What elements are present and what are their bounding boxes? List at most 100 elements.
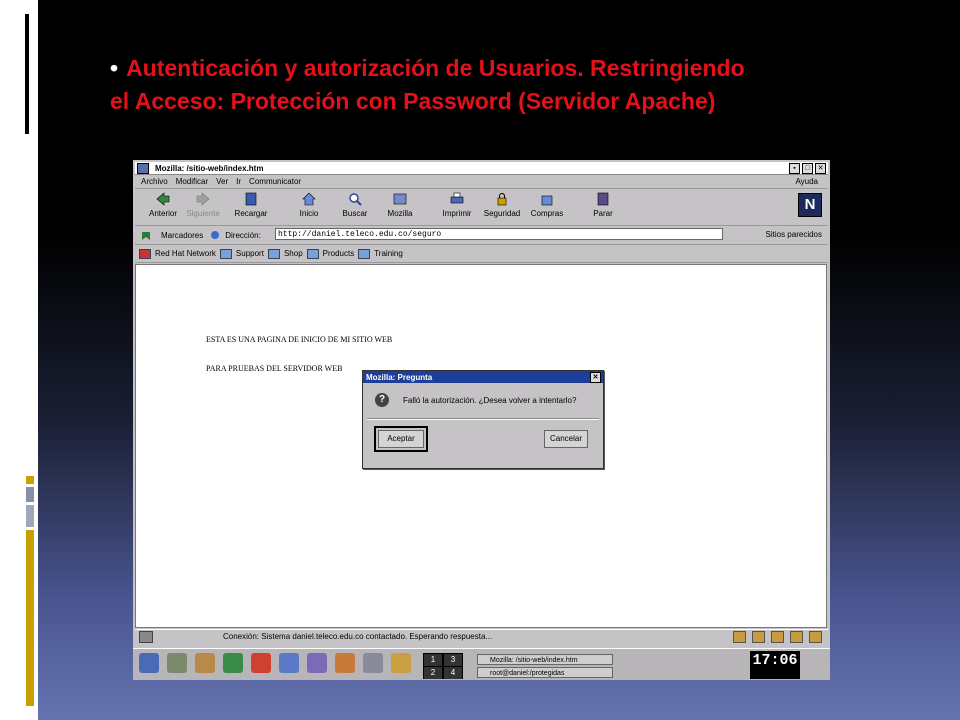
window-menu-icon[interactable] xyxy=(137,162,149,174)
kde-menu-icon[interactable] xyxy=(139,653,159,673)
search-button[interactable]: Buscar xyxy=(333,191,377,218)
component-address-icon[interactable] xyxy=(790,631,803,643)
page-line-1: ESTA ES UNA PAGINA DE INICIO DE MI SITIO… xyxy=(206,335,393,344)
support-link-icon xyxy=(219,248,232,259)
deco-bar-yellow-1 xyxy=(26,476,34,484)
component-news-icon[interactable] xyxy=(771,631,784,643)
home-button[interactable]: Inicio xyxy=(287,191,331,218)
mozilla-button[interactable]: Mozilla xyxy=(378,191,422,218)
shopping-bag-icon xyxy=(541,195,553,206)
desktop-2[interactable]: 2 xyxy=(424,667,442,679)
desktop-4[interactable]: 4 xyxy=(444,667,462,679)
dialog-close-icon[interactable]: ✕ xyxy=(590,372,601,383)
redhat-link-icon xyxy=(139,248,151,259)
title-line-1: Autenticación y autorización de Usuarios… xyxy=(126,55,745,81)
netscape-logo[interactable]: N xyxy=(798,193,822,217)
component-composer-icon[interactable] xyxy=(809,631,822,643)
dialog-separator xyxy=(367,418,599,420)
link-products[interactable]: Products xyxy=(323,249,355,258)
products-link-icon xyxy=(306,248,319,259)
status-bar: Conexión: Sistema daniel.teleco.edu.co c… xyxy=(135,629,828,644)
forward-arrow-icon xyxy=(196,192,210,206)
maximize-icon[interactable]: □ xyxy=(802,163,813,174)
location-toolbar: Marcadores Dirección: http://daniel.tele… xyxy=(135,226,828,245)
launcher-5-icon[interactable] xyxy=(279,653,299,673)
cancel-button[interactable]: Cancelar xyxy=(544,430,588,448)
page-line-2: PARA PRUEBAS DEL SERVIDOR WEB xyxy=(206,364,343,373)
component-mail-icon[interactable] xyxy=(752,631,765,643)
reload-icon xyxy=(245,192,257,206)
menu-archivo[interactable]: Archivo xyxy=(141,177,168,186)
component-navigator-icon[interactable] xyxy=(733,631,746,643)
taskbar: 1 3 2 4 Mozilla: /sitio-web/index.htm ro… xyxy=(133,648,830,680)
task-mozilla[interactable]: Mozilla: /sitio-web/index.htm xyxy=(477,654,613,665)
dialog-message: Falló la autorización. ¿Desea volver a i… xyxy=(403,396,577,405)
menu-modificar[interactable]: Modificar xyxy=(176,177,208,186)
desktop-3[interactable]: 3 xyxy=(444,654,462,666)
stop-icon xyxy=(597,192,609,206)
printer-icon xyxy=(450,192,464,204)
related-sites-button[interactable]: Sitios parecidos xyxy=(766,230,822,239)
browser-screenshot: Mozilla: /sitio-web/index.htm ▪ □ ✕ Arch… xyxy=(133,160,830,680)
deco-bar-yellow-2 xyxy=(26,530,34,706)
bookmarks-button[interactable]: Marcadores xyxy=(161,231,203,240)
menu-ayuda[interactable]: Ayuda xyxy=(795,177,818,186)
back-arrow-icon xyxy=(156,192,170,206)
launcher-2-icon[interactable] xyxy=(195,653,215,673)
forward-button[interactable]: Siguiente xyxy=(181,191,225,218)
desktop-pager[interactable]: 1 3 2 4 xyxy=(423,653,463,679)
location-icon xyxy=(211,231,220,239)
navigation-toolbar: Anterior Siguiente Recargar Inicio Busca… xyxy=(135,189,828,226)
print-button[interactable]: Imprimir xyxy=(435,191,479,218)
url-input[interactable]: http://daniel.teleco.edu.co/seguro xyxy=(275,228,723,240)
slide-title: • Autenticación y autorización de Usuario… xyxy=(110,52,870,118)
minimize-icon[interactable]: ▪ xyxy=(789,163,800,174)
menu-ver[interactable]: Ver xyxy=(216,177,228,186)
link-support[interactable]: Support xyxy=(236,249,264,258)
reload-button[interactable]: Recargar xyxy=(229,191,273,218)
deco-bar-gray-2 xyxy=(26,505,34,527)
launcher-7-icon[interactable] xyxy=(335,653,355,673)
accept-button[interactable]: Aceptar xyxy=(374,426,428,452)
back-button[interactable]: Anterior xyxy=(141,191,185,218)
link-training[interactable]: Training xyxy=(374,249,403,258)
shop-link-icon xyxy=(267,248,280,259)
launcher-9-icon[interactable] xyxy=(391,653,411,673)
date: 07/05/02 xyxy=(761,670,789,677)
training-link-icon xyxy=(358,248,371,259)
dialog-titlebar[interactable]: Mozilla: Pregunta ✕ xyxy=(363,371,603,383)
personal-toolbar: Red Hat Network Support Shop Products Tr… xyxy=(135,245,828,263)
question-icon: ? xyxy=(375,393,389,407)
link-red-hat-network[interactable]: Red Hat Network xyxy=(155,249,216,258)
security-button[interactable]: Seguridad xyxy=(480,191,524,218)
launcher-8-icon[interactable] xyxy=(363,653,383,673)
menu-ir[interactable]: Ir xyxy=(236,177,241,186)
close-icon[interactable]: ✕ xyxy=(815,163,826,174)
title-bullet: • xyxy=(110,55,119,81)
mozilla-icon xyxy=(393,193,407,205)
launcher-1-icon[interactable] xyxy=(167,653,187,673)
menu-bar: Archivo Modificar Ver Ir Communicator Ay… xyxy=(135,175,828,189)
launcher-3-icon[interactable] xyxy=(223,653,243,673)
window-title: Mozilla: /sitio-web/index.htm xyxy=(155,163,264,173)
stop-button[interactable]: Parar xyxy=(581,191,625,218)
bookmark-icon xyxy=(142,232,150,240)
window-titlebar[interactable]: Mozilla: /sitio-web/index.htm ▪ □ ✕ xyxy=(135,162,828,175)
launcher-6-icon[interactable] xyxy=(307,653,327,673)
desktop-1[interactable]: 1 xyxy=(424,654,442,666)
title-line-2: el Acceso: Protección con Password (Serv… xyxy=(110,88,716,114)
status-text: Conexión: Sistema daniel.teleco.edu.co c… xyxy=(223,632,493,641)
deco-bar-white-2 xyxy=(25,14,29,134)
deco-bar-gray-1 xyxy=(26,487,34,502)
home-icon xyxy=(302,192,316,206)
auth-failed-dialog: Mozilla: Pregunta ✕ ? Falló la autorizac… xyxy=(362,370,604,469)
search-icon xyxy=(349,193,362,206)
task-terminal[interactable]: root@daniel:/protegidas xyxy=(477,667,613,678)
lock-icon xyxy=(497,193,507,206)
shopping-button[interactable]: Compras xyxy=(525,191,569,218)
dialog-title: Mozilla: Pregunta xyxy=(366,372,433,382)
security-status-icon[interactable] xyxy=(139,631,153,643)
link-shop[interactable]: Shop xyxy=(284,249,303,258)
lifebuoy-icon[interactable] xyxy=(251,653,271,673)
menu-communicator[interactable]: Communicator xyxy=(249,177,301,186)
